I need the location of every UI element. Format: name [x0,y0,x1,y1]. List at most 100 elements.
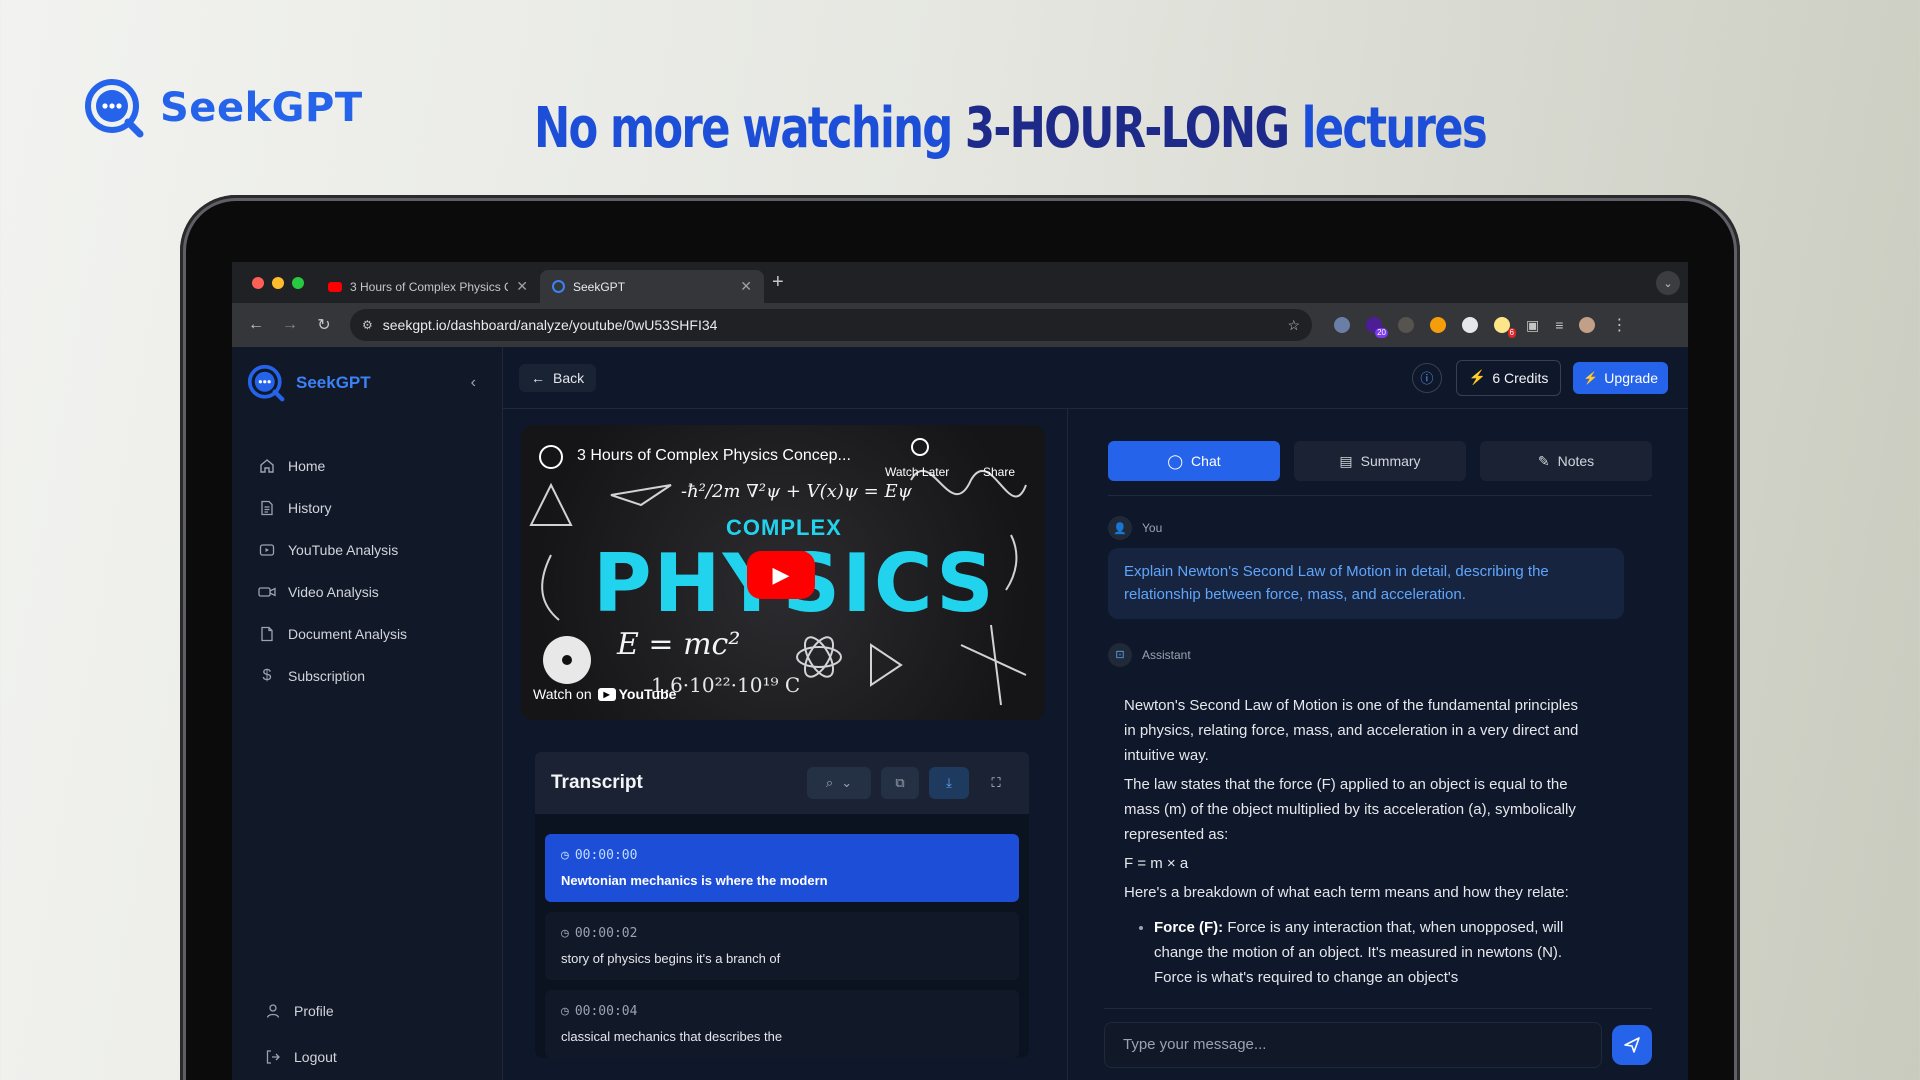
transcript-segment[interactable]: ◷ 00:00:00 Newtonian mechanics is where t… [545,834,1019,902]
bookmark-star-icon[interactable]: ☆ [1287,317,1300,334]
window-controls [232,276,316,289]
sidebar-header: SeekGPT ‹ [232,347,502,419]
sidebar-nav: Home History YouTube Analysis Video Anal… [232,445,502,697]
sidebar-item-label: Profile [294,1003,334,1019]
fullscreen-button[interactable]: ⛶ [979,767,1013,799]
message-input[interactable]: Type your message... [1104,1021,1602,1068]
maximize-window-button[interactable] [292,276,304,289]
extensions-area: 20 6 ▣ ≡ ⋮ [1334,315,1627,338]
sidebar-item-profile[interactable]: Profile [232,988,502,1034]
transcript-panel: Transcript ⌕ ⌄ ⧉ ⤓ ⛶ ◷ 00:00:00 Newtonian … [535,752,1029,1058]
download-button[interactable]: ⤓ [929,767,969,799]
assistant-label: Assistant [1142,647,1191,662]
tab-chat[interactable]: ◯ Chat [1108,441,1280,481]
clock-icon: ◷ [561,1004,569,1019]
history-icon [258,499,276,517]
sidebar-item-label: Subscription [288,668,366,684]
search-icon: ⌕ [825,775,834,790]
sidebar-item-youtube-analysis[interactable]: YouTube Analysis [232,529,502,571]
collapse-sidebar-icon[interactable]: ‹ [471,374,476,392]
transcript-search-button[interactable]: ⌕ ⌄ [807,767,871,799]
browser-menu-icon[interactable]: ⋮ [1611,315,1627,335]
transcript-header: Transcript ⌕ ⌄ ⧉ ⤓ ⛶ [535,752,1029,814]
transcript-segment[interactable]: ◷ 00:00:04 classical mechanics that descr… [545,990,1019,1058]
sidebar-item-history[interactable]: History [232,487,502,529]
video-icon [258,583,276,601]
credits-label: 6 Credits [1492,369,1549,386]
reload-icon[interactable]: ↻ [310,315,338,335]
youtube-video-embed[interactable]: 3 Hours of Complex Physics Concep... Wat… [521,425,1045,720]
extension-icon[interactable]: 20 [1366,317,1388,338]
tab-notes[interactable]: ✎ Notes [1480,441,1652,481]
share-button[interactable]: Share [983,465,1015,479]
pencil-icon: ✎ [1537,452,1550,469]
video-title[interactable]: 3 Hours of Complex Physics Concep... [577,447,851,465]
youtube-logo-text: YouTube [618,686,677,702]
info-button[interactable]: ⓘ [1411,362,1442,393]
sidebar-item-document-analysis[interactable]: Document Analysis [232,613,502,655]
tab-search-icon[interactable]: ⌄ [1656,271,1680,295]
minimize-window-button[interactable] [272,276,284,289]
tab-summary[interactable]: ▤ Summary [1294,441,1466,481]
browser-toolbar: ← → ↻ ⚙ seekgpt.io/dashboard/analyze/you… [232,303,1688,347]
sidebar-item-logout[interactable]: Logout [232,1034,502,1080]
close-tab-icon[interactable]: ✕ [740,278,752,295]
extension-icon[interactable] [1462,317,1478,333]
seekgpt-icon [552,280,565,293]
clock-icon: ◷ [561,848,569,863]
sidebar-item-label: Video Analysis [288,584,379,600]
assistant-paragraph: The law states that the force (F) applie… [1124,775,1576,843]
play-button[interactable]: ▶ [747,551,815,599]
browser-tab-seekgpt[interactable]: SeekGPT ✕ [540,270,764,303]
close-window-button[interactable] [252,276,264,289]
sidebar-item-home[interactable]: Home [232,445,502,487]
extension-icon[interactable] [1334,317,1350,333]
site-settings-icon[interactable]: ⚙ [362,318,373,332]
segment-time: 00:00:04 [574,1004,638,1019]
headline-emphasis: 3-HOUR-LONG [964,96,1290,161]
reading-list-icon[interactable]: ≡ [1555,317,1563,333]
laptop-screen: 3 Hours of Complex Physics C ✕ SeekGPT ✕… [232,262,1688,1080]
upgrade-button[interactable]: ⚡ Upgrade [1573,361,1668,394]
sidebar-item-subscription[interactable]: $ Subscription [232,655,502,697]
back-button[interactable]: ← Back [519,363,597,392]
credits-button[interactable]: ⚡ 6 Credits [1455,359,1562,396]
close-tab-icon[interactable]: ✕ [516,278,528,295]
send-icon [1624,1036,1640,1053]
address-bar[interactable]: ⚙ seekgpt.io/dashboard/analyze/youtube/0… [350,309,1312,341]
upgrade-label: Upgrade [1604,369,1658,386]
user-label: You [1142,521,1163,535]
profile-avatar-icon[interactable] [1579,317,1596,333]
chevron-down-icon: ⌄ [841,775,853,790]
user-avatar-icon: 👤 [1108,516,1132,540]
copy-button[interactable]: ⧉ [881,767,919,799]
lightning-icon: ⚡ [1468,369,1487,385]
back-arrow-icon[interactable]: ← [242,316,270,334]
transcript-segment[interactable]: ◷ 00:00:02 story of physics begins it's a… [545,912,1019,980]
clock-icon: ◷ [561,926,569,941]
forward-arrow-icon[interactable]: → [276,316,304,334]
send-button[interactable] [1612,1024,1652,1065]
segment-time: 00:00:02 [574,926,638,941]
seekgpt-logo-icon [85,79,144,138]
watch-on-youtube-link[interactable]: Watch on ▶ YouTube [533,686,676,702]
home-icon [258,457,276,475]
assistant-paragraph: Newton's Second Law of Motion is one of … [1124,696,1579,764]
document-icon [258,625,276,643]
sidebar-item-video-analysis[interactable]: Video Analysis [232,571,502,613]
extension-icon[interactable] [1430,317,1446,333]
copy-icon: ⧉ [895,775,905,790]
document-icon: ▤ [1339,452,1353,469]
play-icon: ▶ [772,562,790,587]
dollar-icon: $ [262,667,272,684]
extension-badge: 20 [1375,328,1388,338]
browser-tab-youtube[interactable]: 3 Hours of Complex Physics C ✕ [316,270,540,303]
extensions-puzzle-icon[interactable]: ▣ [1526,317,1539,334]
headline-part-c: lectures [1288,96,1488,161]
new-tab-icon[interactable]: + [772,271,784,294]
extension-icon[interactable] [1398,317,1414,333]
seekgpt-app: SeekGPT ‹ Home History YouTube Analysis [232,347,1688,1080]
extension-icon[interactable]: 6 [1494,317,1516,338]
watch-later-button[interactable]: Watch Later [885,465,949,479]
extension-badge: 6 [1507,328,1516,338]
